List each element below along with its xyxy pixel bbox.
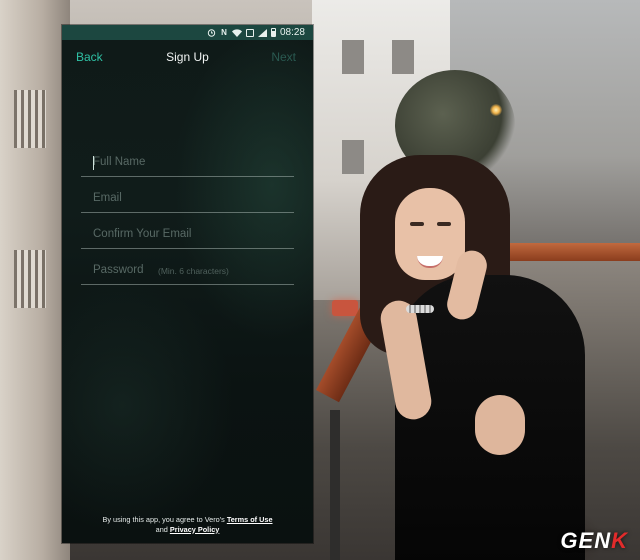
password-row: (Min. 6 characters) bbox=[81, 249, 294, 285]
building-window bbox=[14, 90, 46, 148]
footer-and-text: and bbox=[155, 524, 168, 534]
building-window bbox=[342, 40, 364, 74]
next-button[interactable]: Next bbox=[271, 50, 296, 64]
password-hint: (Min. 6 characters) bbox=[158, 266, 229, 276]
email-input[interactable] bbox=[93, 189, 290, 207]
building-window bbox=[392, 40, 414, 74]
full-name-input[interactable] bbox=[93, 153, 290, 171]
railing-post bbox=[330, 410, 340, 560]
bracelet bbox=[406, 305, 434, 313]
confirm-email-row bbox=[81, 213, 294, 249]
signup-form: (Min. 6 characters) bbox=[81, 141, 294, 285]
n-icon: N bbox=[221, 28, 227, 37]
status-bar: N 08:28 bbox=[62, 25, 313, 40]
email-row bbox=[81, 177, 294, 213]
footer-line-1: By using this app, you agree to Vero's T… bbox=[62, 515, 313, 525]
legal-footer: By using this app, you agree to Vero's T… bbox=[62, 515, 313, 534]
status-time: 08:28 bbox=[279, 27, 305, 38]
railing-top bbox=[495, 243, 640, 261]
person-eye bbox=[437, 222, 451, 226]
building-window bbox=[14, 250, 46, 308]
confirm-email-input[interactable] bbox=[93, 225, 290, 243]
battery-icon bbox=[270, 28, 276, 37]
watermark-logo: GENK bbox=[560, 528, 628, 554]
privacy-policy-link[interactable]: Privacy Policy bbox=[170, 525, 220, 534]
street-light bbox=[490, 104, 502, 116]
street-sign bbox=[332, 300, 358, 316]
person-eye bbox=[410, 222, 424, 226]
wifi-icon bbox=[231, 28, 242, 37]
watermark-accent: K bbox=[611, 528, 628, 553]
text-cursor bbox=[93, 156, 94, 170]
alarm-icon bbox=[207, 29, 216, 37]
footer-text: By using this app, you agree to Vero's bbox=[102, 515, 225, 524]
footer-line-2: and Privacy Policy bbox=[62, 525, 313, 535]
person-hand bbox=[475, 395, 525, 455]
building-window bbox=[342, 140, 364, 174]
image-icon bbox=[245, 28, 254, 37]
phone-screen: N 08:28 Back Sign Up Next (Min. 6 charac… bbox=[62, 25, 313, 543]
watermark-text: GEN bbox=[560, 528, 612, 553]
nav-bar: Back Sign Up Next bbox=[62, 40, 313, 74]
terms-of-use-link[interactable]: Terms of Use bbox=[227, 515, 273, 524]
full-name-row bbox=[81, 141, 294, 177]
signal-icon bbox=[257, 28, 267, 37]
